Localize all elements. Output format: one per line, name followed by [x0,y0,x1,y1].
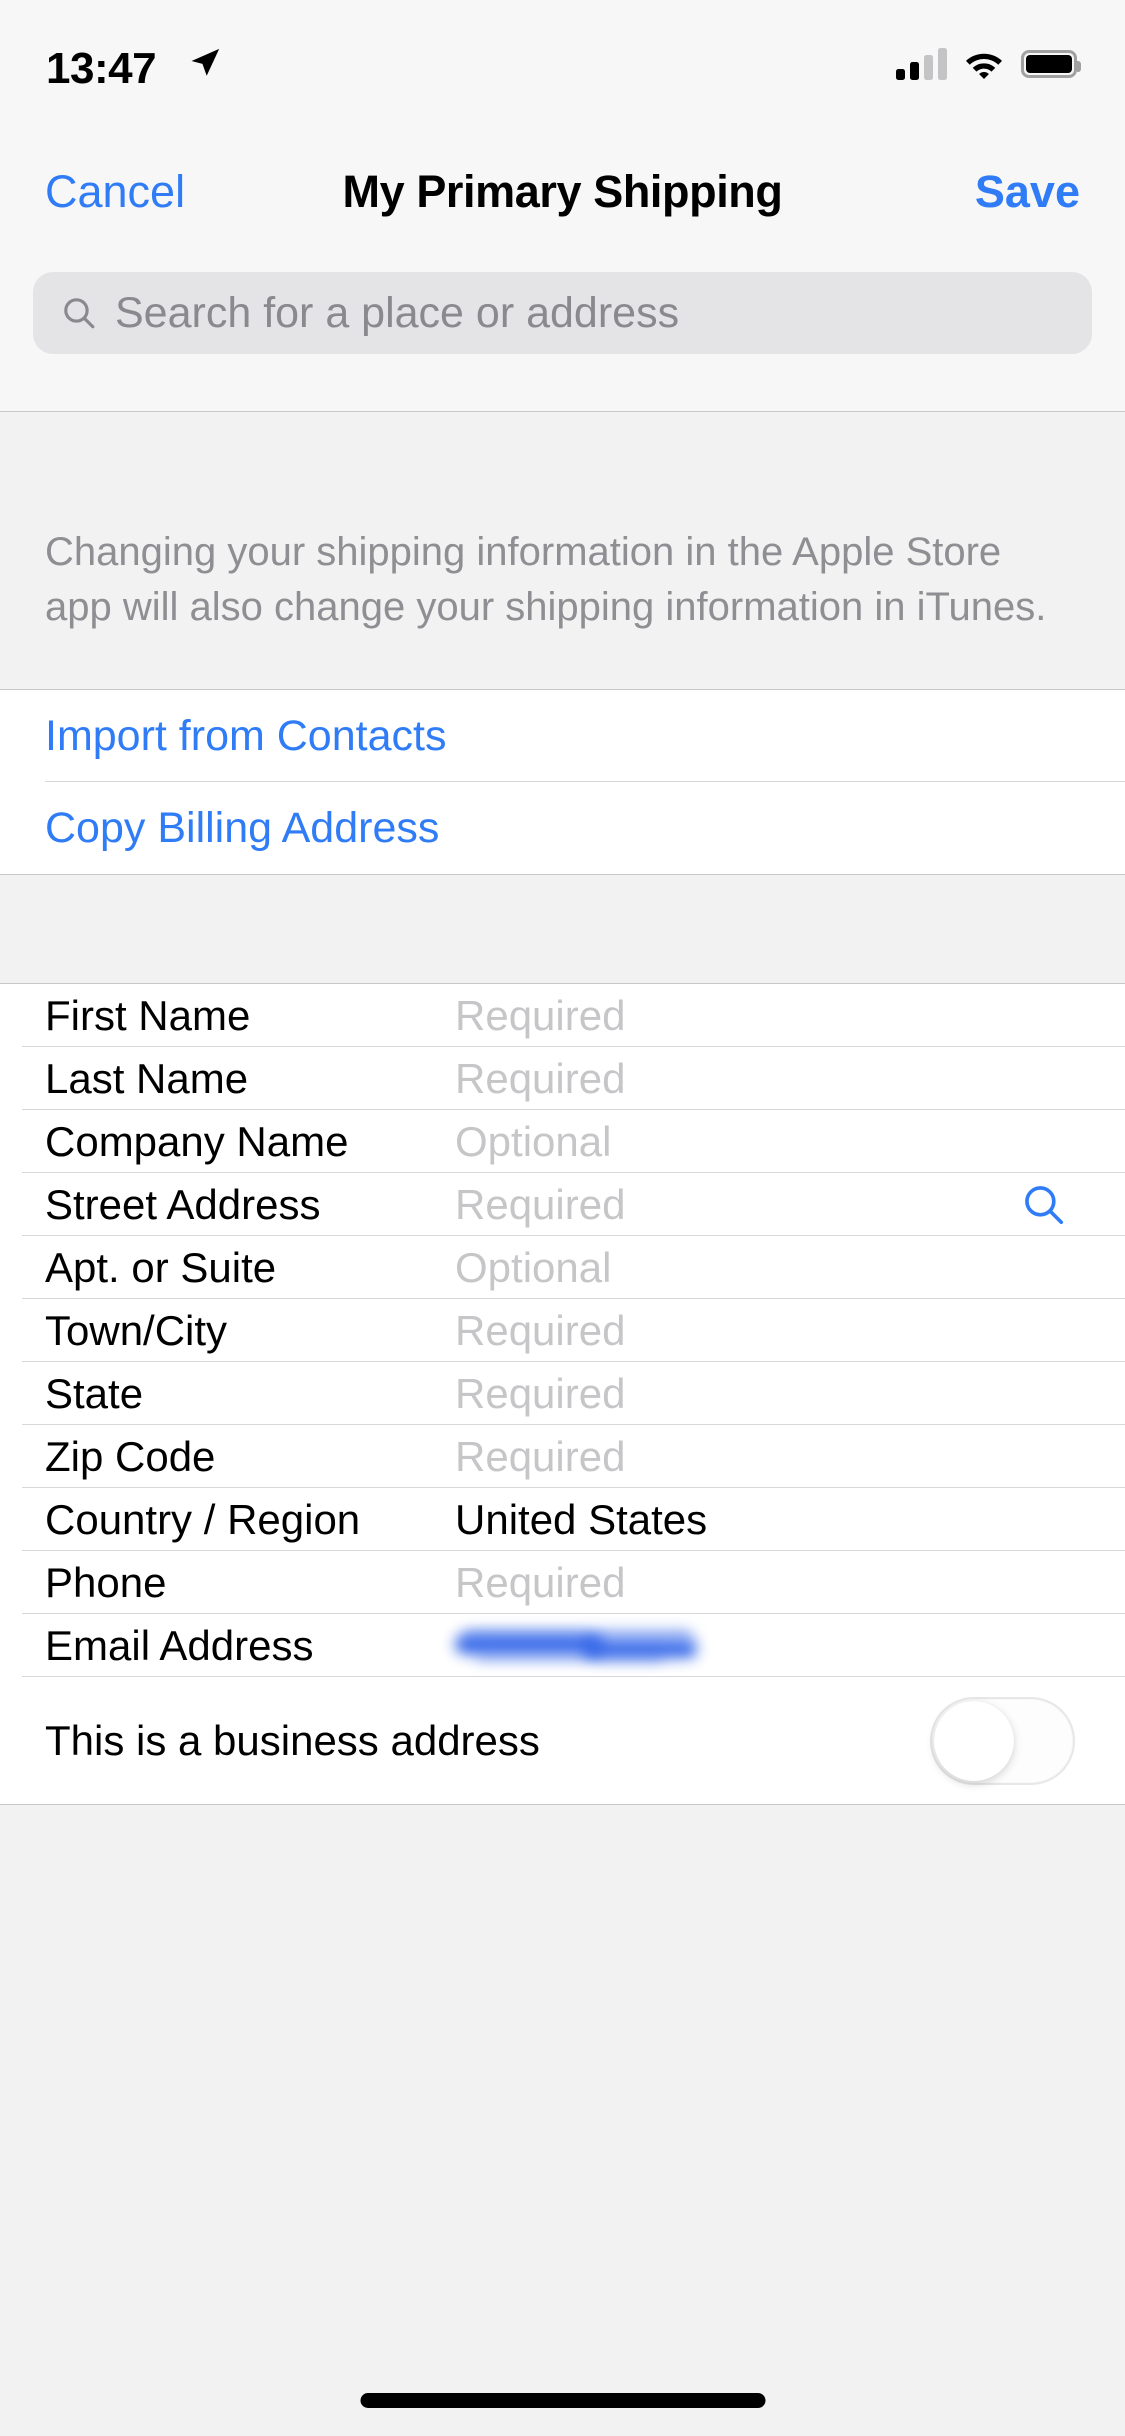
field-row-state[interactable]: State Required [0,1362,1125,1425]
field-row-company-name[interactable]: Company Name Optional [0,1110,1125,1173]
form-bottom-divider [0,1804,1125,1805]
field-value: Required [455,991,625,1041]
info-section: Changing your shipping information in th… [0,412,1125,689]
business-address-row[interactable]: This is a business address [0,1677,1125,1805]
redacted-email-value [455,1629,697,1663]
field-value: United States [455,1495,707,1545]
field-value: Required [455,1054,625,1104]
field-label: Country / Region [45,1495,360,1545]
search-input[interactable]: Search for a place or address [33,272,1092,354]
import-from-contacts-row[interactable]: Import from Contacts [0,690,1125,782]
field-label: Company Name [45,1117,348,1167]
action-links-group: Import from Contacts Copy Billing Addres… [0,689,1125,874]
field-label: Apt. or Suite [45,1243,276,1293]
field-label: Email Address [45,1621,313,1671]
page-title: My Primary Shipping [0,164,1125,220]
field-row-street-address[interactable]: Street Address Required [0,1173,1125,1236]
business-address-toggle[interactable] [930,1697,1075,1785]
address-form-group: First Name Required Last Name Required C… [0,984,1125,1805]
iphone-screen: 13:47 Cancel My Primary Shipping Save [0,0,1125,2436]
field-row-phone[interactable]: Phone Required [0,1551,1125,1614]
status-time: 13:47 [46,44,156,94]
field-value: Required [455,1432,625,1482]
field-label: Zip Code [45,1432,215,1482]
copy-billing-address-label: Copy Billing Address [45,803,439,853]
home-indicator[interactable] [360,2393,765,2408]
section-gap [0,874,1125,984]
copy-billing-address-row[interactable]: Copy Billing Address [0,782,1125,874]
status-indicators [896,42,1077,86]
cellular-signal-icon [896,48,947,80]
field-row-last-name[interactable]: Last Name Required [0,1047,1125,1110]
bottom-area [0,2219,1125,2436]
field-value: Required [455,1306,625,1356]
field-row-town-city[interactable]: Town/City Required [0,1299,1125,1362]
field-label: Phone [45,1558,166,1608]
field-row-email-address[interactable]: Email Address [0,1614,1125,1677]
field-row-apt-or-suite[interactable]: Apt. or Suite Optional [0,1236,1125,1299]
info-text: Changing your shipping information in th… [45,525,1055,635]
search-placeholder-text: Search for a place or address [115,288,679,338]
battery-icon [1021,50,1077,78]
import-from-contacts-label: Import from Contacts [45,711,446,761]
toggle-knob [934,1701,1014,1781]
search-icon [61,295,97,331]
location-arrow-icon [188,46,222,80]
field-value: Required [455,1369,625,1419]
field-value: Required [455,1180,625,1230]
search-icon[interactable] [1021,1182,1067,1228]
field-value: Required [455,1558,625,1608]
field-label: Street Address [45,1180,320,1230]
status-bar: 13:47 [0,0,1125,132]
field-label: State [45,1369,143,1419]
save-button[interactable]: Save [975,164,1080,220]
field-value: Optional [455,1117,611,1167]
navigation-bar: Cancel My Primary Shipping Save Search f… [0,132,1125,412]
field-label: Town/City [45,1306,227,1356]
wifi-icon [963,49,1005,79]
field-label: Last Name [45,1054,248,1104]
field-value: Optional [455,1243,611,1293]
field-row-zip-code[interactable]: Zip Code Required [0,1425,1125,1488]
field-row-first-name[interactable]: First Name Required [0,984,1125,1047]
field-row-country-region[interactable]: Country / Region United States [0,1488,1125,1551]
business-address-label: This is a business address [45,1716,540,1766]
field-label: First Name [45,991,250,1041]
